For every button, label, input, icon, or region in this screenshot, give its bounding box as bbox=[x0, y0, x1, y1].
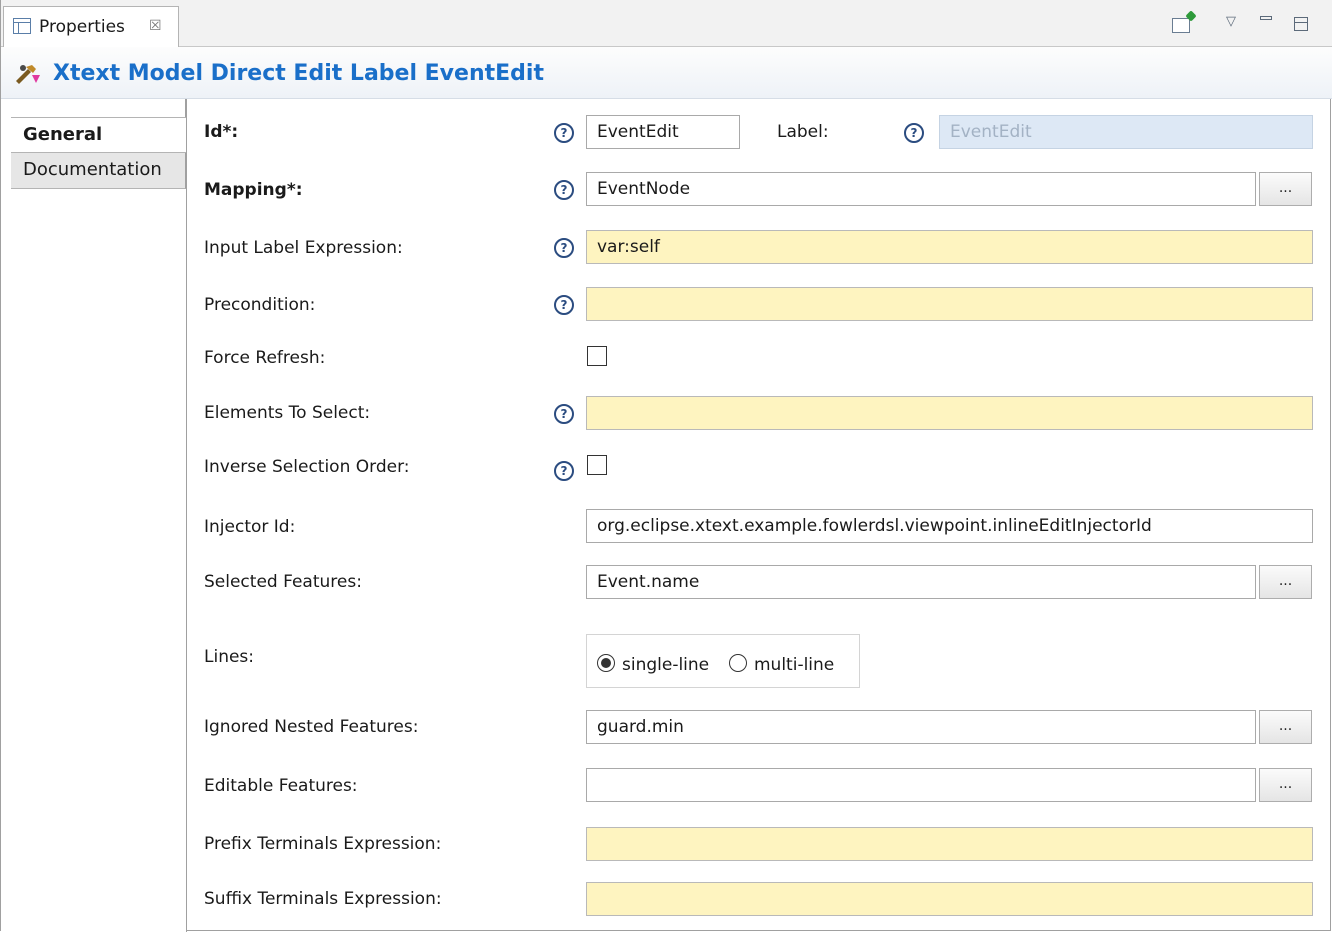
multi-line-radio[interactable] bbox=[729, 654, 747, 672]
tab-general[interactable]: General bbox=[11, 117, 186, 153]
injector-id-label: Injector Id: bbox=[204, 517, 296, 537]
precondition-label: Precondition: bbox=[204, 295, 316, 315]
elements-to-select-field[interactable] bbox=[586, 396, 1313, 430]
properties-view: Properties ☒ ▽ Xtext Model Direct Edit L… bbox=[0, 0, 1332, 932]
properties-table-icon bbox=[13, 18, 31, 34]
suffix-terminals-expression-label: Suffix Terminals Expression: bbox=[204, 889, 442, 909]
mapping-field[interactable]: EventNode bbox=[586, 172, 1256, 206]
minimize-icon[interactable] bbox=[1260, 16, 1272, 20]
prefix-terminals-expression-field[interactable] bbox=[586, 827, 1313, 861]
help-icon[interactable]: ? bbox=[554, 123, 574, 143]
title-bar: Xtext Model Direct Edit Label EventEdit bbox=[1, 47, 1332, 99]
view-menu-icon[interactable]: ▽ bbox=[1226, 14, 1236, 29]
multi-line-label: multi-line bbox=[754, 655, 835, 675]
selected-features-field[interactable]: Event.name bbox=[586, 565, 1256, 599]
pin-view-icon[interactable] bbox=[1172, 18, 1190, 33]
editable-features-browse-button[interactable]: ... bbox=[1259, 768, 1312, 802]
single-line-radio[interactable] bbox=[597, 654, 615, 672]
force-refresh-label: Force Refresh: bbox=[204, 348, 326, 368]
ignored-nested-features-browse-button[interactable]: ... bbox=[1259, 710, 1312, 744]
lines-label: Lines: bbox=[204, 647, 255, 667]
single-line-label: single-line bbox=[622, 655, 710, 675]
section-tabs: General Documentation bbox=[1, 99, 187, 932]
view-tab-bar: Properties ☒ ▽ bbox=[1, 0, 1332, 47]
editable-features-field[interactable] bbox=[586, 768, 1256, 802]
help-icon[interactable]: ? bbox=[554, 295, 574, 315]
maximize-icon[interactable] bbox=[1294, 17, 1308, 31]
mapping-label: Mapping*: bbox=[204, 180, 303, 200]
prefix-terminals-expression-label: Prefix Terminals Expression: bbox=[204, 834, 442, 854]
injector-id-field[interactable]: org.eclipse.xtext.example.fowlerdsl.view… bbox=[586, 509, 1313, 543]
id-field[interactable]: EventEdit bbox=[586, 115, 740, 149]
tab-documentation[interactable]: Documentation bbox=[11, 153, 186, 189]
selected-features-browse-button[interactable]: ... bbox=[1259, 565, 1312, 599]
page-title: Xtext Model Direct Edit Label EventEdit bbox=[53, 61, 544, 86]
precondition-field[interactable] bbox=[586, 287, 1313, 321]
ignored-nested-features-label: Ignored Nested Features: bbox=[204, 717, 419, 737]
ignored-nested-features-field[interactable]: guard.min bbox=[586, 710, 1256, 744]
inverse-selection-order-label: Inverse Selection Order: bbox=[204, 457, 410, 477]
help-icon[interactable]: ? bbox=[904, 123, 924, 143]
close-icon[interactable]: ☒ bbox=[149, 18, 162, 35]
label-field-label: Label: bbox=[777, 122, 829, 142]
input-label-expression-label: Input Label Expression: bbox=[204, 238, 403, 258]
properties-tab[interactable]: Properties ☒ bbox=[3, 6, 179, 47]
label-field: EventEdit bbox=[939, 115, 1313, 149]
id-label: Id*: bbox=[204, 122, 239, 142]
input-label-expression-field[interactable]: var:self bbox=[586, 230, 1313, 264]
tab-spacer bbox=[11, 99, 186, 117]
force-refresh-checkbox[interactable] bbox=[587, 346, 607, 366]
mapping-browse-button[interactable]: ... bbox=[1259, 172, 1312, 206]
inverse-selection-order-checkbox[interactable] bbox=[587, 455, 607, 475]
help-icon[interactable]: ? bbox=[554, 180, 574, 200]
help-icon[interactable]: ? bbox=[554, 404, 574, 424]
help-icon[interactable]: ? bbox=[554, 238, 574, 258]
properties-tab-label: Properties bbox=[39, 17, 125, 37]
suffix-terminals-expression-field[interactable] bbox=[586, 882, 1313, 916]
lines-radio-group: single-line multi-line bbox=[586, 634, 860, 688]
help-icon[interactable]: ? bbox=[554, 461, 574, 481]
direct-edit-tool-icon bbox=[16, 65, 40, 84]
elements-to-select-label: Elements To Select: bbox=[204, 403, 371, 423]
selected-features-label: Selected Features: bbox=[204, 572, 362, 592]
editable-features-label: Editable Features: bbox=[204, 776, 358, 796]
